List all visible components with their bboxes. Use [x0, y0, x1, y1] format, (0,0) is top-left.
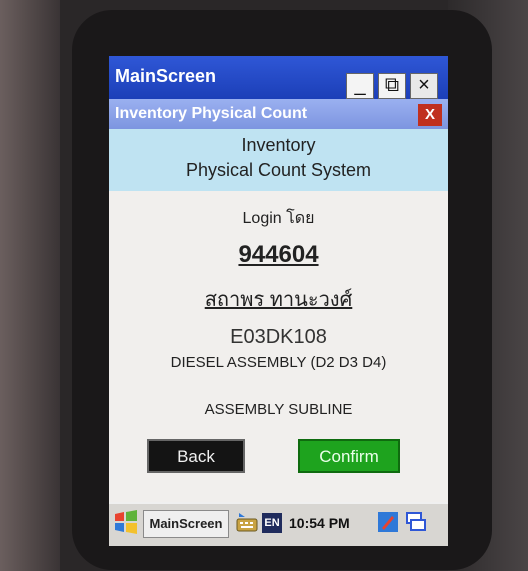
window-title: MainScreen: [115, 66, 217, 86]
close-app-button[interactable]: X: [418, 104, 442, 126]
device-screen: MainScreen _ ⧉ × Inventory Physical Coun…: [109, 56, 448, 546]
line-code: E03DK108: [230, 326, 327, 348]
keyboard-icon[interactable]: [236, 511, 258, 533]
app-titlebar: Inventory Physical Count X: [109, 99, 448, 129]
header-line-2: Physical Count System: [185, 160, 372, 180]
header-line-1: Inventory: [241, 135, 316, 155]
restore-button[interactable]: ⧉: [378, 73, 406, 99]
taskbar-item-mainscreen[interactable]: MainScreen: [143, 510, 229, 538]
login-label: Login โดย: [242, 210, 315, 227]
assembly-name: DIESEL ASSEMBLY (D2 D3 D4): [170, 354, 387, 371]
minimize-button[interactable]: _: [346, 73, 374, 99]
close-window-button[interactable]: ×: [410, 73, 438, 99]
back-button[interactable]: Back: [147, 439, 245, 473]
taskbar: MainScreen EN 10:54 PM: [109, 502, 448, 546]
language-indicator[interactable]: EN: [262, 513, 282, 533]
confirm-button[interactable]: Confirm: [298, 439, 400, 473]
taskswitch-icon[interactable]: [405, 511, 427, 533]
user-name: สถาพร ทานะวงศ์: [204, 289, 353, 311]
pen-icon[interactable]: [377, 511, 399, 533]
app-title: Inventory Physical Count: [115, 105, 308, 122]
subline-name: ASSEMBLY SUBLINE: [204, 401, 353, 418]
windows-start-icon[interactable]: [113, 509, 139, 535]
user-id: 944604: [238, 241, 319, 268]
clock[interactable]: 10:54 PM: [289, 515, 350, 531]
window-titlebar: MainScreen _ ⧉ ×: [109, 56, 448, 99]
app-header: Inventory Physical Count System: [109, 129, 448, 191]
login-content: Login โดย 944604 สถาพร ทานะวงศ์ E03DK108…: [109, 191, 448, 496]
background-left: [0, 0, 60, 571]
